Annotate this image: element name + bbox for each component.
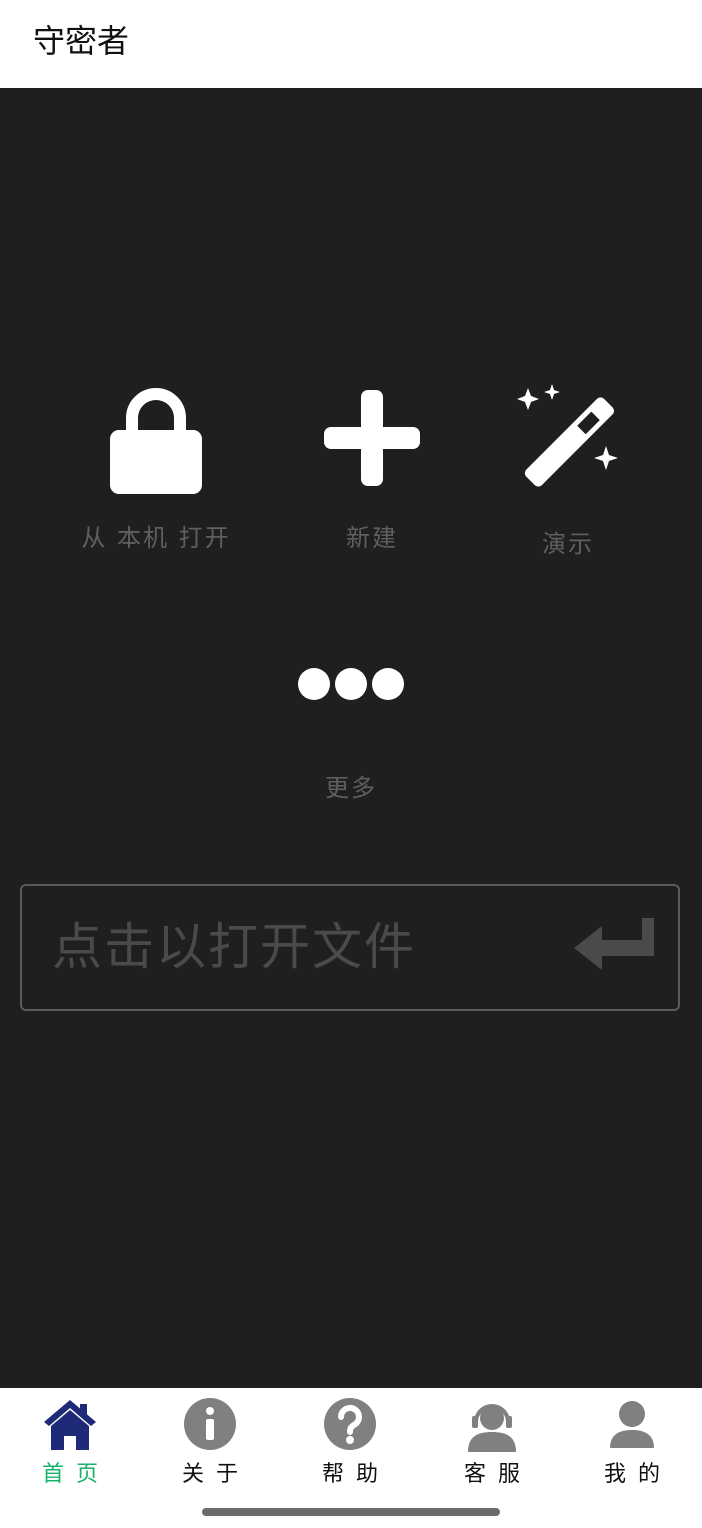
open-local-label: 从 本机 打开	[81, 524, 231, 552]
tab-mine-label: 我的	[603, 1462, 672, 1487]
app-header: 守密者	[0, 0, 702, 88]
app-title: 守密者	[33, 22, 130, 60]
new-label: 新建	[346, 524, 398, 552]
tab-help[interactable]: 帮助	[290, 1396, 410, 1488]
more-label: 更多	[325, 774, 377, 802]
user-icon	[610, 1401, 654, 1448]
tab-home-label: 首页	[41, 1462, 110, 1487]
help-icon	[324, 1398, 376, 1450]
tab-help-label: 帮助	[321, 1462, 390, 1487]
tab-support-label: 客服	[463, 1462, 532, 1487]
tab-about-label: 关于	[181, 1462, 250, 1487]
bottom-tab-bar: 首页 关于 帮助 客服 我的	[0, 1388, 702, 1528]
new-button[interactable]: 新建	[312, 388, 432, 553]
open-local-button[interactable]: 从 本机 打开	[76, 384, 236, 553]
tab-mine[interactable]: 我的	[572, 1396, 692, 1488]
demo-label: 演示	[542, 530, 594, 558]
home-indicator[interactable]	[202, 1508, 500, 1516]
open-file-prompt: 点击以打开文件	[52, 918, 416, 976]
support-icon	[468, 1404, 516, 1452]
more-button[interactable]: 更多	[291, 666, 411, 803]
more-dots-icon	[298, 668, 404, 700]
demo-button[interactable]: 演示	[508, 382, 628, 559]
open-file-field[interactable]: 点击以打开文件	[20, 884, 680, 1011]
lock-icon	[110, 388, 202, 494]
main-panel: 从 本机 打开 新建 演示 更多 点击以打开文件	[0, 88, 702, 1388]
plus-icon	[324, 390, 420, 486]
home-icon	[44, 1400, 96, 1450]
magic-wand-icon	[517, 384, 618, 487]
info-icon	[184, 1398, 236, 1450]
tab-support[interactable]: 客服	[432, 1396, 552, 1488]
enter-icon	[574, 918, 654, 970]
tab-about[interactable]: 关于	[150, 1396, 270, 1488]
tab-home[interactable]: 首页	[10, 1396, 130, 1488]
